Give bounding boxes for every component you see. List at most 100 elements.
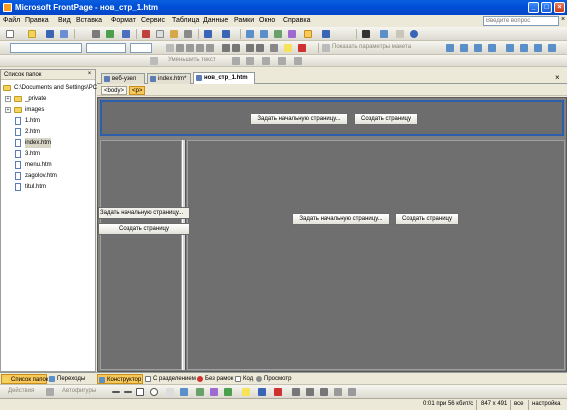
cut-icon[interactable] xyxy=(142,30,150,38)
tab-website[interactable]: веб-узел xyxy=(101,73,145,84)
ask-close-icon[interactable]: × xyxy=(561,16,565,23)
tab-index[interactable]: index.htm* xyxy=(147,73,191,84)
diagram-icon[interactable] xyxy=(196,388,204,396)
web-component-icon[interactable] xyxy=(246,30,254,38)
menu-format[interactable]: Формат xyxy=(111,17,136,24)
new-page-button[interactable]: Создать страницу xyxy=(354,113,418,125)
font-select[interactable] xyxy=(86,43,126,53)
rectangle-icon[interactable] xyxy=(136,388,144,396)
menu-window[interactable]: Окно xyxy=(259,17,275,24)
line-icon[interactable] xyxy=(112,391,120,393)
maximize-button[interactable]: □ xyxy=(541,2,552,13)
oval-icon[interactable] xyxy=(150,388,158,396)
arrow-style-icon[interactable] xyxy=(320,388,328,396)
minimize-button[interactable]: _ xyxy=(528,2,539,13)
wordart-icon[interactable] xyxy=(180,388,188,396)
preview-icon[interactable] xyxy=(106,30,114,38)
tab-preview[interactable]: Просмотр xyxy=(255,374,293,384)
textbox-icon[interactable] xyxy=(166,388,174,396)
shrink-text-label[interactable]: Уменьшить текст xyxy=(168,57,216,63)
style-select[interactable] xyxy=(10,43,82,53)
menu-help[interactable]: Справка xyxy=(283,17,310,24)
dash-style-icon[interactable] xyxy=(306,388,314,396)
menu-data[interactable]: Данные xyxy=(203,17,228,24)
close-button[interactable]: × xyxy=(554,2,565,13)
open-icon[interactable] xyxy=(28,30,36,38)
frontpage-app-icon[interactable] xyxy=(3,3,12,12)
fill-color-icon[interactable] xyxy=(242,388,250,396)
layout-icon-4[interactable] xyxy=(488,44,496,52)
frame-top[interactable]: Задать начальную страницу... Создать стр… xyxy=(100,100,564,136)
align-left-icon[interactable] xyxy=(176,44,184,52)
grow-font-icon[interactable] xyxy=(232,57,240,65)
increase-indent-icon[interactable] xyxy=(256,44,264,52)
new-page-button[interactable]: Создать страницу xyxy=(98,223,190,235)
line-color-icon[interactable] xyxy=(258,388,266,396)
insert-picture-icon[interactable] xyxy=(224,388,232,396)
custom-mode[interactable]: настройка xyxy=(532,399,561,410)
insert-layer-icon[interactable] xyxy=(274,30,282,38)
frame-left[interactable] xyxy=(100,140,182,370)
refresh-icon[interactable] xyxy=(322,30,330,38)
arrow-icon[interactable] xyxy=(124,391,132,393)
ruler-icon[interactable] xyxy=(396,30,404,38)
expand-icon[interactable]: + xyxy=(5,96,11,102)
align-center-icon[interactable] xyxy=(186,44,194,52)
clipart-icon[interactable] xyxy=(210,388,218,396)
show-layout-label[interactable]: Показать параметры макета xyxy=(332,44,411,50)
new-page-icon[interactable] xyxy=(6,30,14,38)
tab-navigation[interactable]: Переходы xyxy=(48,374,92,384)
menu-tools[interactable]: Сервис xyxy=(141,17,165,24)
tag-body[interactable]: <body> xyxy=(101,86,128,95)
italic-icon[interactable] xyxy=(166,44,174,52)
code-view-icon[interactable] xyxy=(380,30,388,38)
highlight-icon[interactable] xyxy=(284,44,292,52)
show-all-icon[interactable] xyxy=(362,30,370,38)
set-initial-page-button[interactable]: Задать начальную страницу... xyxy=(292,213,390,225)
insert-table-icon[interactable] xyxy=(260,30,268,38)
justify-icon[interactable] xyxy=(206,44,214,52)
help-icon[interactable] xyxy=(410,30,418,38)
folder-list-close-icon[interactable]: × xyxy=(86,71,93,78)
font-color-icon[interactable] xyxy=(298,44,306,52)
draw-font-color-icon[interactable] xyxy=(274,388,282,396)
menu-insert[interactable]: Вставка xyxy=(76,17,102,24)
expand-icon[interactable]: + xyxy=(5,107,11,113)
tab-split[interactable]: С разделением xyxy=(144,374,196,384)
copy-icon[interactable] xyxy=(156,30,164,38)
layout-icon-5[interactable] xyxy=(506,44,514,52)
font-size-select[interactable] xyxy=(130,43,152,53)
select-objects-icon[interactable] xyxy=(46,388,54,396)
menu-view[interactable]: Вид xyxy=(58,17,71,24)
layout-icon-7[interactable] xyxy=(534,44,542,52)
undo-icon[interactable] xyxy=(204,30,212,38)
align-right-icon[interactable] xyxy=(196,44,204,52)
shadow-icon[interactable] xyxy=(334,388,342,396)
character-spacing-icon[interactable] xyxy=(262,57,270,65)
tab-design[interactable]: Конструктор xyxy=(97,374,143,384)
decrease-indent-icon[interactable] xyxy=(246,44,254,52)
set-initial-page-button[interactable]: Задать начальную страницу... xyxy=(98,207,190,219)
spelling-icon[interactable] xyxy=(122,30,130,38)
line-style-icon[interactable] xyxy=(292,388,300,396)
menu-edit[interactable]: Правка xyxy=(25,17,49,24)
redo-icon[interactable] xyxy=(222,30,230,38)
new-page-button[interactable]: Создать страницу xyxy=(395,213,459,225)
ask-question-input[interactable] xyxy=(483,16,559,26)
shrink-font-icon[interactable] xyxy=(246,57,254,65)
frame-main[interactable]: Задать начальную страницу... Создать стр… xyxy=(187,140,565,370)
publish-icon[interactable] xyxy=(60,30,68,38)
set-initial-page-button[interactable]: Задать начальную страницу... xyxy=(250,113,348,125)
layout-icon-6[interactable] xyxy=(520,44,528,52)
tree-root[interactable]: C:\Documents and Settings\PC xyxy=(1,83,97,93)
layout-icon-2[interactable] xyxy=(460,44,468,52)
draw-actions-menu[interactable]: Действия xyxy=(8,388,34,394)
layout-tables-icon[interactable] xyxy=(322,44,330,52)
autoshapes-menu[interactable]: Автофигуры xyxy=(62,388,96,394)
tag-p[interactable]: <p> xyxy=(129,86,146,95)
layout-icon-8[interactable] xyxy=(548,44,556,52)
frame-splitter[interactable] xyxy=(182,140,186,370)
bullets-icon[interactable] xyxy=(232,44,240,52)
tab-new-page[interactable]: нов_стр_1.htm xyxy=(193,72,255,84)
layout-icon-3[interactable] xyxy=(474,44,482,52)
